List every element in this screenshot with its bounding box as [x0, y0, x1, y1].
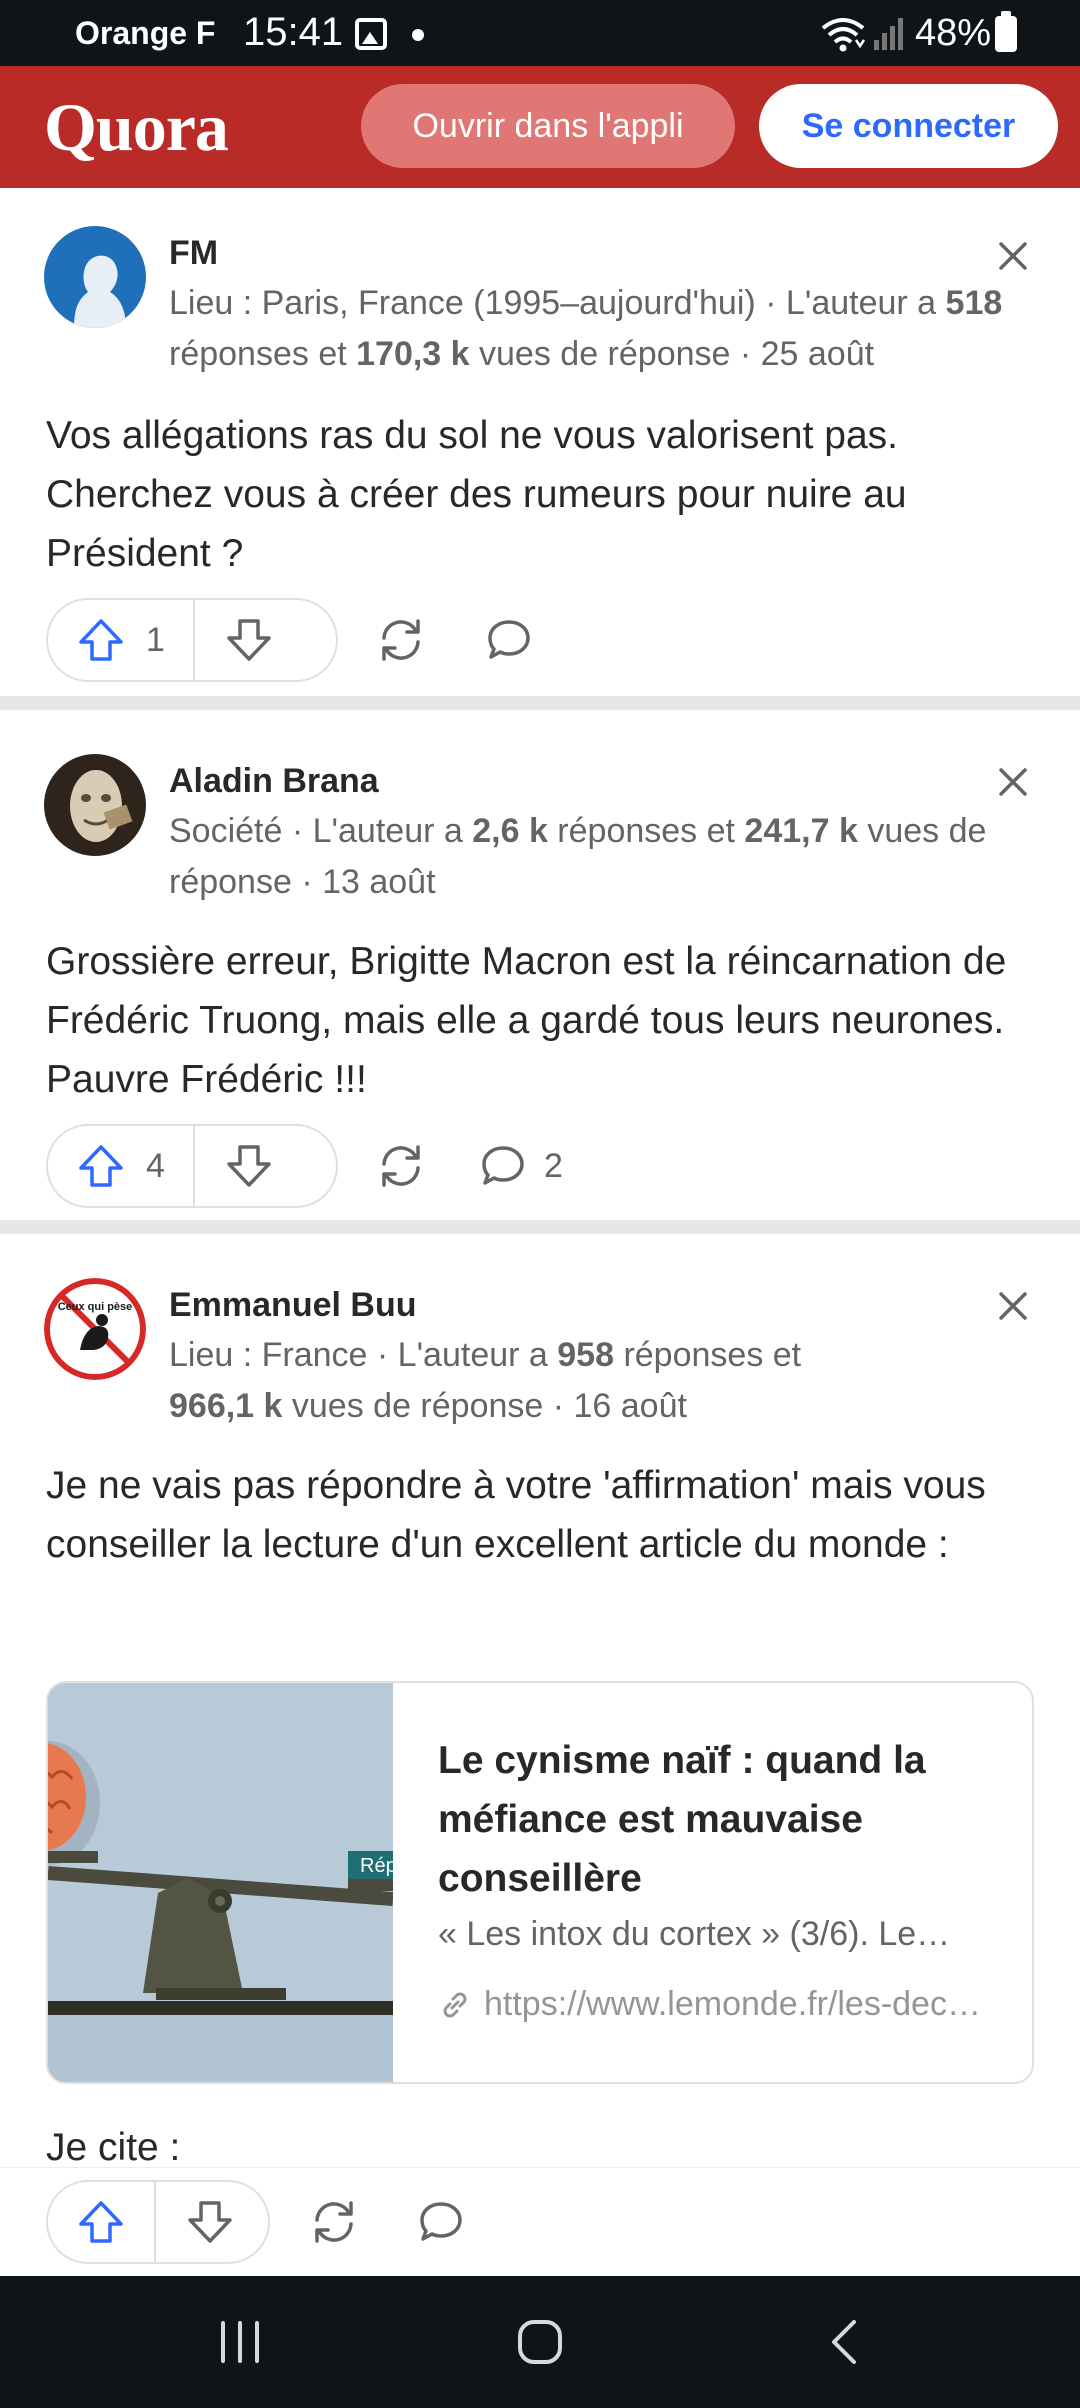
downvote-button[interactable] — [156, 2182, 264, 2262]
upvote-count: 4 — [146, 1146, 165, 1185]
comment-count: 2 — [544, 1146, 563, 1185]
downvote-button[interactable] — [195, 1126, 303, 1206]
comment-continuation: Je cite : — [46, 2126, 181, 2169]
sticky-action-bar — [0, 2167, 1080, 2276]
login-button[interactable]: Se connecter — [759, 84, 1058, 168]
battery-icon — [995, 11, 1017, 52]
divider — [0, 696, 1080, 710]
avatar[interactable] — [44, 754, 146, 856]
comment-button[interactable]: 2 — [480, 1144, 563, 1188]
avatar-badge-text: Ceux qui pèse — [58, 1301, 133, 1313]
share-refresh-icon — [382, 1145, 420, 1187]
avatar[interactable] — [44, 226, 146, 328]
wifi-icon — [821, 18, 866, 52]
speech-bubble-icon — [482, 1146, 524, 1185]
meta-middle: réponses et — [169, 335, 357, 373]
comment-item: Aladin Brana Société · L'auteur a 2,6 k … — [0, 710, 1080, 1220]
close-icon[interactable] — [995, 1288, 1031, 1324]
comment-text: Grossière erreur, Brigitte Macron est la… — [46, 940, 1007, 1101]
close-icon[interactable] — [995, 764, 1031, 800]
upvote-arrow-icon — [79, 619, 123, 661]
upvote-button[interactable] — [48, 2182, 156, 2262]
comment-item: FM Lieu : Paris, France (1995–aujourd'hu… — [0, 188, 1080, 696]
upvote-count: 1 — [146, 620, 165, 659]
article-url[interactable]: https://www.lemonde.fr/les-dec… — [438, 1985, 998, 2024]
upvote-button[interactable]: 1 — [48, 600, 195, 680]
upvote-button[interactable]: 4 — [48, 1126, 195, 1206]
share-button[interactable] — [308, 2198, 360, 2246]
speech-bubble-icon — [420, 2202, 462, 2241]
view-count: 170,3 k — [356, 335, 470, 373]
downvote-arrow-icon — [227, 619, 271, 661]
article-description: « Les intox du cortex » (3/6). Le… — [438, 1915, 951, 1953]
divider — [0, 1220, 1080, 1234]
author-name[interactable]: FM — [169, 234, 218, 273]
answer-count: 2,6 k — [472, 812, 548, 850]
back-icon[interactable] — [826, 2318, 862, 2366]
image-icon — [355, 18, 387, 50]
meta-middle: réponses et — [547, 812, 745, 850]
downvote-button[interactable] — [195, 600, 303, 680]
quora-logo[interactable]: Quora — [44, 88, 229, 167]
meta-prefix: Lieu : France · L'auteur a — [169, 1336, 558, 1374]
app-header: Quora Ouvrir dans l'appli Se connecter — [0, 66, 1080, 188]
comment-button[interactable] — [486, 618, 550, 662]
avatar[interactable]: Ceux qui pèse — [44, 1278, 146, 1380]
carrier-name: Orange F — [75, 15, 216, 51]
thumbnail-caption: Rép — [360, 1855, 393, 1877]
meta-prefix: Société · L'auteur a — [169, 812, 473, 850]
system-nav-bar — [0, 2276, 1080, 2408]
signal-icon — [874, 18, 903, 50]
author-name[interactable]: Emmanuel Buu — [169, 1286, 416, 1325]
meta-suffix: vues de réponse · 16 août — [282, 1387, 687, 1425]
article-thumbnail: Rép — [48, 1683, 393, 2082]
share-refresh-icon — [315, 2201, 353, 2243]
status-bar: Orange F 15:41 48% — [0, 0, 1080, 66]
dot-icon — [412, 29, 424, 41]
view-count: 241,7 k — [744, 812, 858, 850]
meta-suffix: vues de réponse · 25 août — [469, 335, 875, 373]
recent-apps-icon[interactable] — [215, 2319, 265, 2365]
share-button[interactable] — [375, 1142, 427, 1190]
upvote-arrow-icon — [79, 1145, 123, 1187]
view-count: 966,1 k — [169, 1387, 283, 1425]
author-credentials: Lieu : Paris, France (1995–aujourd'hui) … — [169, 278, 1019, 380]
comment-button[interactable] — [418, 2200, 464, 2244]
link-icon — [443, 1992, 467, 2017]
vote-group — [46, 2180, 270, 2264]
comment-text: Vos allégations ras du sol ne vous valor… — [46, 414, 907, 575]
vote-group: 1 — [46, 598, 338, 682]
home-icon[interactable] — [516, 2318, 564, 2366]
answer-count: 958 — [557, 1336, 614, 1374]
author-name[interactable]: Aladin Brana — [169, 762, 379, 801]
downvote-arrow-icon — [188, 2201, 232, 2243]
link-preview-card[interactable]: Rép Le cynisme naïf : quand la méfiance … — [46, 1681, 1034, 2084]
share-refresh-icon — [382, 619, 420, 661]
comment-text: Je ne vais pas répondre à votre 'affirma… — [46, 1464, 986, 1566]
vote-group: 4 — [46, 1124, 338, 1208]
clock: 15:41 — [243, 10, 344, 54]
close-icon[interactable] — [995, 238, 1031, 274]
answer-count: 518 — [945, 284, 1003, 322]
battery-percent: 48% — [915, 12, 992, 54]
speech-bubble-icon — [488, 620, 530, 659]
author-credentials: Lieu : France · L'auteur a 958 réponses … — [169, 1330, 869, 1432]
author-credentials: Société · L'auteur a 2,6 k réponses et 2… — [169, 806, 1019, 908]
upvote-arrow-icon — [79, 2201, 123, 2243]
meta-prefix: Lieu : Paris, France (1995–aujourd'hui) … — [169, 284, 946, 322]
open-in-app-button[interactable]: Ouvrir dans l'appli — [361, 84, 735, 168]
article-url-text: https://www.lemonde.fr/les-dec… — [484, 1985, 981, 2023]
article-title[interactable]: Le cynisme naïf : quand la méfiance est … — [438, 1731, 998, 1908]
downvote-arrow-icon — [227, 1145, 271, 1187]
meta-middle: réponses et — [614, 1336, 802, 1374]
share-button[interactable] — [375, 616, 427, 664]
